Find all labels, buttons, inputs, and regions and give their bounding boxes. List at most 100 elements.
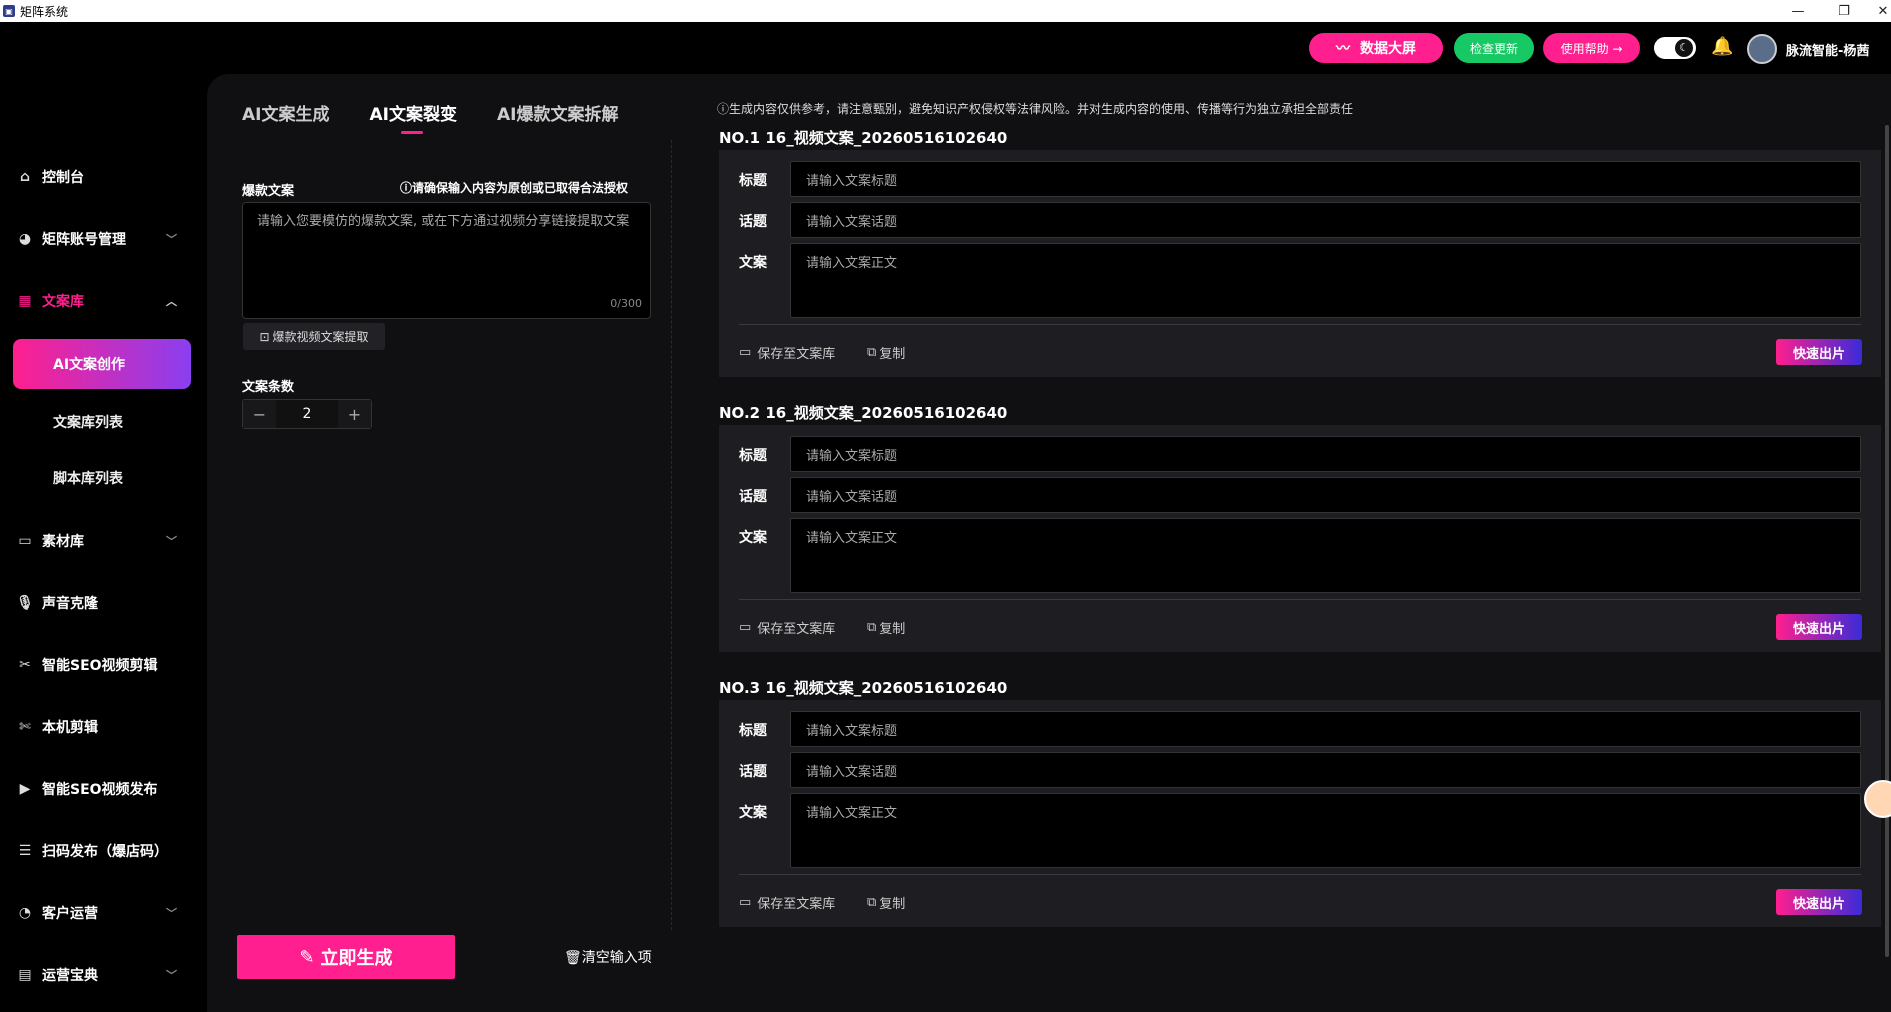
cut-icon: ✄: [19, 719, 31, 735]
copy-button[interactable]: ⧉ 复制: [867, 343, 905, 362]
extract-video-copy-button[interactable]: ⊡ 爆款视频文案提取: [243, 323, 385, 350]
topic-input[interactable]: 请输入文案话题: [790, 202, 1861, 238]
fast-render-button[interactable]: 快速出片: [1776, 339, 1862, 365]
sidebar-sub-script-list[interactable]: 脚本库列表: [53, 468, 123, 488]
account-icon: ◕: [18, 231, 32, 247]
help-button[interactable]: 使用帮助 →: [1543, 33, 1640, 63]
edit-icon: ✎: [299, 946, 315, 968]
topic-label: 话题: [739, 214, 767, 230]
info-icon: ⓘ: [717, 102, 730, 116]
save-icon: ▭: [739, 345, 752, 360]
card-divider: [739, 874, 1861, 875]
customer-icon: ◔: [18, 905, 32, 921]
card-title: NO.3 16_视频文案_20260516102640: [719, 679, 1008, 697]
panel-divider: [671, 140, 672, 930]
card-title: NO.2 16_视频文案_20260516102640: [719, 404, 1008, 422]
minimize-button[interactable]: —: [1775, 0, 1821, 22]
video-icon: ▶: [19, 781, 31, 797]
char-counter: 0/300: [610, 297, 642, 310]
title-input[interactable]: 请输入文案标题: [790, 711, 1861, 747]
sidebar-item-voice[interactable]: 🎙 声音克隆: [0, 583, 207, 623]
sidebar-item-library[interactable]: ▦ 文案库 ︿: [0, 281, 207, 321]
card-divider: [739, 324, 1861, 325]
mic-icon: 🎙: [16, 595, 34, 611]
count-value[interactable]: 2: [276, 406, 338, 422]
copy-icon: ⧉: [867, 345, 877, 360]
chevron-down-icon: ﹀: [166, 907, 177, 920]
save-icon: ▭: [739, 895, 752, 910]
tab-ai-fission[interactable]: AI文案裂变: [369, 100, 456, 130]
scissors-icon: ✂: [19, 657, 31, 673]
count-stepper[interactable]: − 2 +: [242, 399, 372, 429]
fast-render-button[interactable]: 快速出片: [1776, 889, 1862, 915]
tab-bar: AI文案生成 AI文案裂变 AI爆款文案拆解: [242, 100, 658, 130]
save-to-library-button[interactable]: ▭ 保存至文案库: [739, 893, 835, 912]
fast-render-button[interactable]: 快速出片: [1776, 614, 1862, 640]
chevron-down-icon: ﹀: [166, 969, 177, 982]
data-screen-button[interactable]: 〰 数据大屏: [1309, 33, 1443, 63]
topic-label: 话题: [739, 764, 767, 780]
active-tab-indicator: [401, 131, 423, 134]
save-to-library-button[interactable]: ▭ 保存至文案库: [739, 343, 835, 362]
title-input[interactable]: 请输入文案标题: [790, 161, 1861, 197]
title-label: 标题: [739, 173, 767, 189]
qr-icon: ☰: [18, 843, 32, 859]
body-textarea[interactable]: 请输入文案正文: [790, 793, 1861, 868]
decrement-button[interactable]: −: [243, 400, 276, 428]
folder-icon: ▭: [18, 533, 32, 549]
sidebar-item-local-edit[interactable]: ✄ 本机剪辑: [0, 707, 207, 747]
topic-input[interactable]: 请输入文案话题: [790, 752, 1861, 788]
generate-button[interactable]: ✎ 立即生成: [237, 935, 455, 979]
sidebar-item-guide[interactable]: ▤ 运营宝典 ﹀: [0, 955, 207, 995]
save-to-library-button[interactable]: ▭ 保存至文案库: [739, 618, 835, 637]
topic-label: 话题: [739, 489, 767, 505]
card-title: NO.1 16_视频文案_20260516102640: [719, 129, 1008, 147]
chevron-up-icon: ︿: [166, 295, 177, 308]
check-update-button[interactable]: 检查更新: [1454, 33, 1534, 63]
title-input[interactable]: 请输入文案标题: [790, 436, 1861, 472]
sidebar-item-material[interactable]: ▭ 素材库 ﹀: [0, 521, 207, 561]
copy-button[interactable]: ⧉ 复制: [867, 893, 905, 912]
card-divider: [739, 599, 1861, 600]
sidebar-sub-library-list[interactable]: 文案库列表: [53, 412, 123, 432]
hot-copy-label: 爆款文案: [242, 184, 295, 199]
hot-copy-hint: ⓘ请确保输入内容为原创或已取得合法授权: [400, 181, 629, 195]
count-label: 文案条数: [242, 380, 295, 395]
body-label: 文案: [739, 530, 767, 546]
window-titlebar: ▣ 矩阵系统 — ❐ ✕: [0, 0, 1891, 22]
hot-copy-textarea[interactable]: 请输入您要模仿的爆款文案, 或在下方通过视频分享链接提取文案 0/300: [242, 202, 651, 319]
tab-ai-generate[interactable]: AI文案生成: [242, 100, 329, 130]
sidebar-item-seo-publish[interactable]: ▶ 智能SEO视频发布: [0, 769, 207, 809]
sidebar-sub-ai-create[interactable]: AI文案创作: [13, 339, 191, 389]
body-label: 文案: [739, 805, 767, 821]
sidebar-item-account[interactable]: ◕ 矩阵账号管理 ﹀: [0, 219, 207, 259]
scrollbar[interactable]: [1885, 125, 1889, 957]
chevron-down-icon: ﹀: [166, 535, 177, 548]
body-textarea[interactable]: 请输入文案正文: [790, 243, 1861, 318]
copy-card: 标题 请输入文案标题 话题 请输入文案话题 文案 请输入文案正文 ▭ 保存至文案库…: [719, 150, 1881, 377]
pulse-icon: 〰: [1336, 41, 1350, 57]
sidebar-item-console[interactable]: ⌂ 控制台: [0, 157, 207, 197]
user-name[interactable]: 脉流智能-杨茜: [1786, 40, 1869, 59]
window-title: 矩阵系统: [20, 4, 69, 19]
copy-icon: ⧉: [867, 895, 877, 910]
sidebar-item-seo-edit[interactable]: ✂ 智能SEO视频剪辑: [0, 645, 207, 685]
copy-card: 标题 请输入文案标题 话题 请输入文案话题 文案 请输入文案正文 ▭ 保存至文案库…: [719, 425, 1881, 652]
topic-input[interactable]: 请输入文案话题: [790, 477, 1861, 513]
bell-icon[interactable]: 🔔: [1711, 36, 1733, 57]
title-label: 标题: [739, 723, 767, 739]
sidebar-item-qr-publish[interactable]: ☰ 扫码发布（爆店码）: [0, 831, 207, 871]
increment-button[interactable]: +: [338, 400, 371, 428]
app-icon: ▣: [3, 5, 15, 17]
avatar[interactable]: [1747, 34, 1777, 64]
body-label: 文案: [739, 255, 767, 271]
body-textarea[interactable]: 请输入文案正文: [790, 518, 1861, 593]
clear-inputs-button[interactable]: 🗑清空输入项: [564, 947, 652, 967]
copy-card: 标题 请输入文案标题 话题 请输入文案话题 文案 请输入文案正文 ▭ 保存至文案库…: [719, 700, 1881, 927]
theme-toggle[interactable]: ☾: [1654, 37, 1696, 59]
copy-button[interactable]: ⧉ 复制: [867, 618, 905, 637]
title-label: 标题: [739, 448, 767, 464]
close-button[interactable]: ✕: [1860, 0, 1891, 22]
tab-ai-breakdown[interactable]: AI爆款文案拆解: [497, 100, 618, 130]
sidebar-item-customer[interactable]: ◔ 客户运营 ﹀: [0, 893, 207, 933]
